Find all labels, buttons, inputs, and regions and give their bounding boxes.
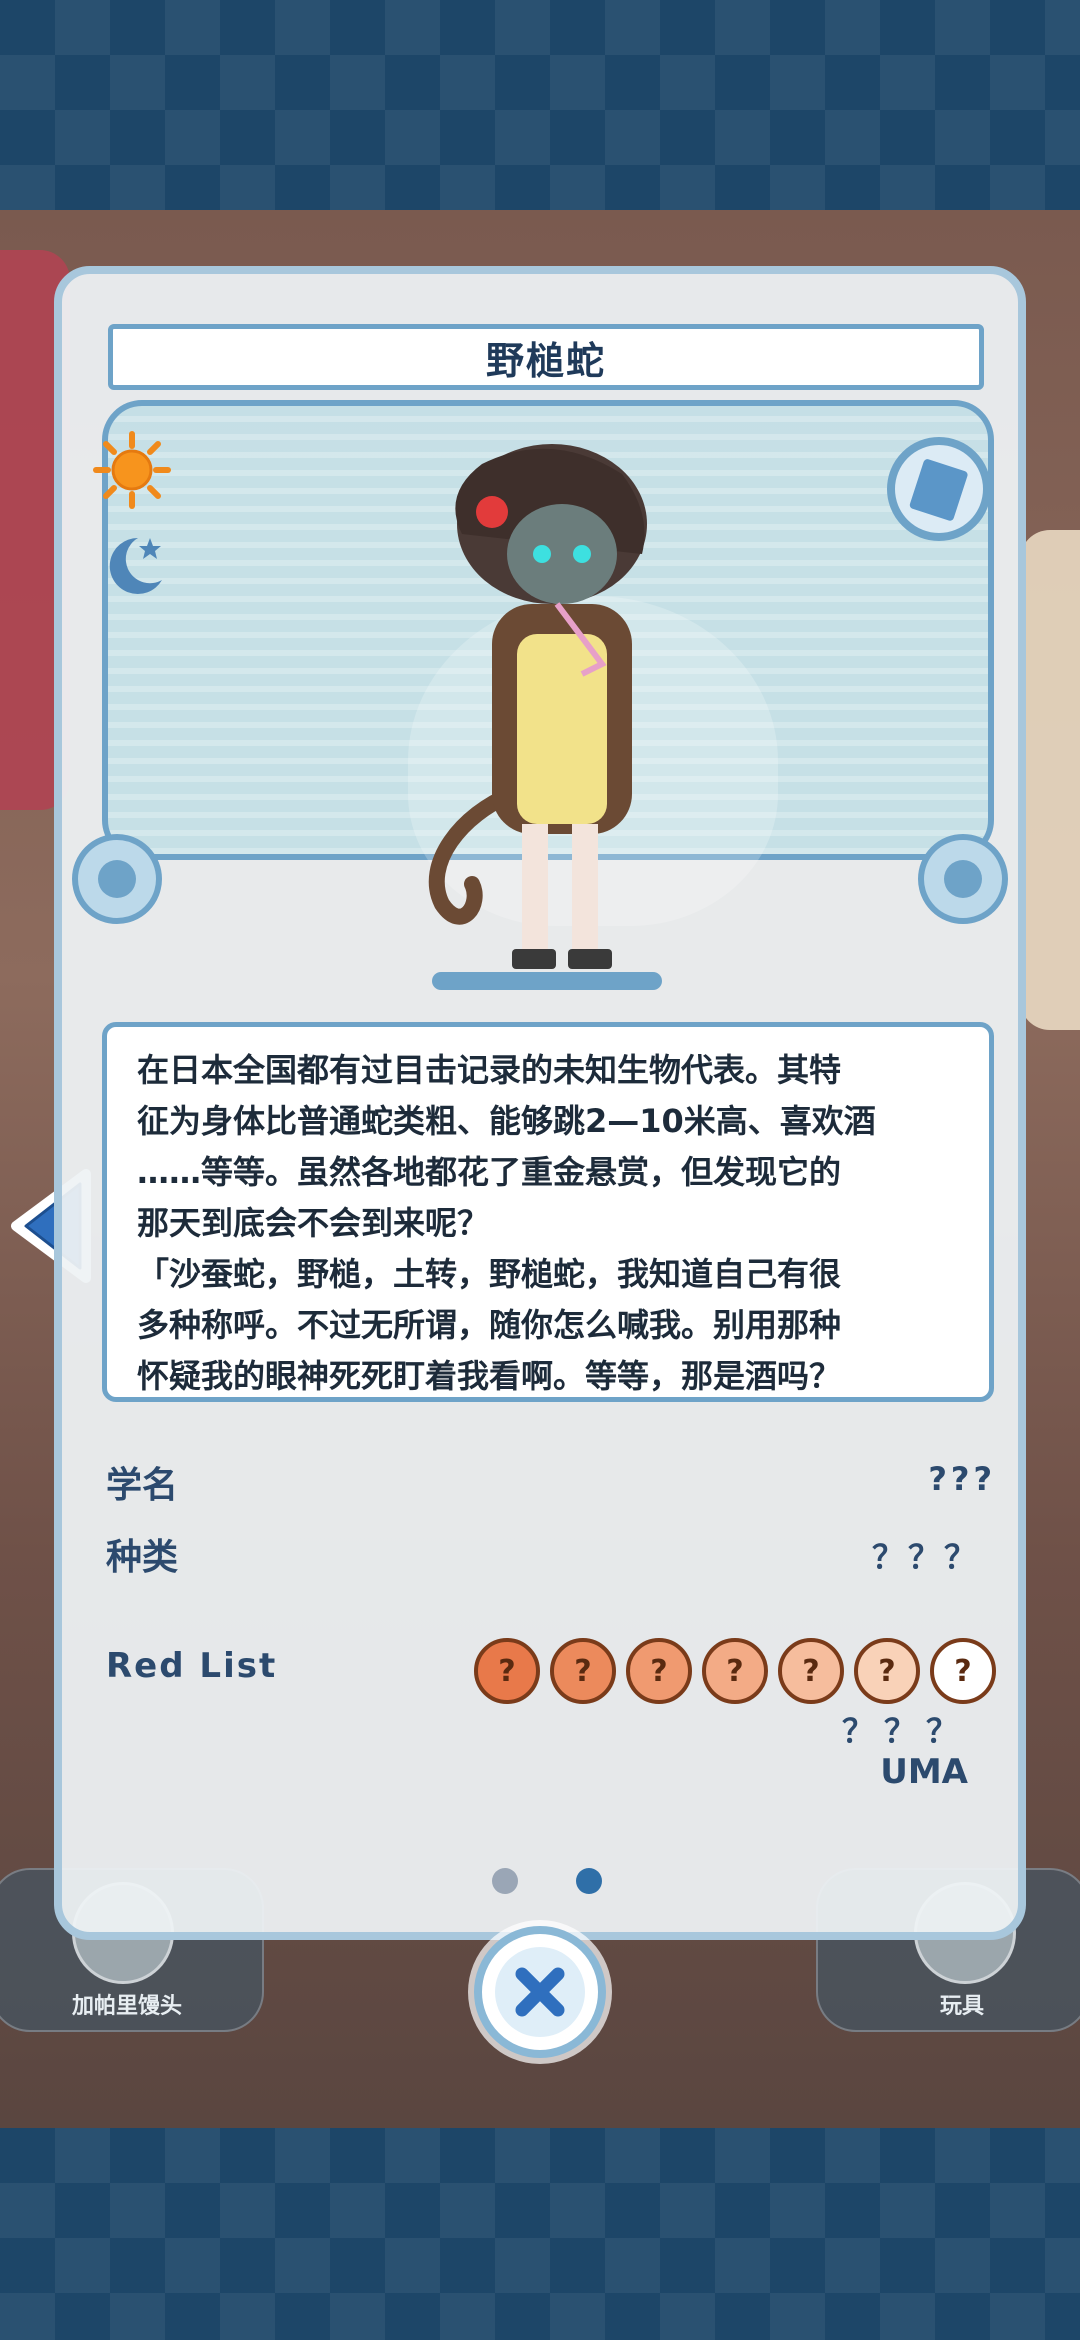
- moon-icon: [109, 537, 162, 594]
- red-list-level-2: ?: [550, 1638, 616, 1704]
- scientific-name-value: ???: [928, 1460, 996, 1498]
- frame-corner-icon: [918, 834, 1008, 924]
- description-text: 在日本全国都有过目击记录的未知生物代表。其特 征为身体比普通蛇类粗、能够跳2—1…: [137, 1051, 876, 1395]
- background-decoration-right: [1020, 530, 1080, 1030]
- scientific-name-label: 学名: [106, 1465, 179, 1506]
- red-list-level-1: ?: [474, 1638, 540, 1704]
- bottom-background-pattern: [0, 2128, 1080, 2340]
- red-list-level-5: ?: [778, 1638, 844, 1704]
- creature-name: 野槌蛇: [485, 338, 606, 383]
- red-list-levels: ???????: [474, 1638, 996, 1704]
- red-list-label: Red List: [106, 1646, 278, 1686]
- red-list-level-4: ?: [702, 1638, 768, 1704]
- creature-info-card: 野槌蛇 在日本全国都有过目击记录的未知生物代表。其特 征为身体比普通蛇类粗、能够…: [54, 266, 1026, 1940]
- top-background-pattern: [0, 0, 1080, 210]
- toys-label: 玩具: [939, 1994, 984, 2019]
- species-value: ？？？: [871, 1538, 980, 1576]
- species-label: 种类: [106, 1537, 179, 1578]
- sun-icon: [93, 431, 171, 509]
- close-button[interactable]: [474, 1926, 606, 2058]
- scientific-name-row: 学名 ???: [106, 1456, 996, 1516]
- red-list-level-7: ?: [930, 1638, 996, 1704]
- creature-illustration: [428, 444, 647, 969]
- description-box[interactable]: 在日本全国都有过目击记录的未知生物代表。其特 征为身体比普通蛇类粗、能够跳2—1…: [102, 1022, 994, 1402]
- red-list-status-value: ？？？: [841, 1712, 968, 1750]
- close-icon: [515, 1967, 565, 2017]
- red-list-level-3: ?: [626, 1638, 692, 1704]
- red-list-level-6: ?: [854, 1638, 920, 1704]
- page-indicator: [492, 1868, 602, 1894]
- red-list-row: Red List ???????: [106, 1638, 996, 1706]
- page-dot[interactable]: [492, 1868, 518, 1894]
- page-dot-active[interactable]: [576, 1868, 602, 1894]
- title-bar: 野槌蛇: [108, 324, 984, 390]
- category-value: UMA: [880, 1752, 968, 1792]
- frame-corner-icon: [72, 834, 162, 924]
- card-icon: [887, 437, 991, 541]
- species-row: 种类 ？？？: [106, 1528, 996, 1588]
- japari-bun-label: 加帕里馒头: [71, 1994, 182, 2019]
